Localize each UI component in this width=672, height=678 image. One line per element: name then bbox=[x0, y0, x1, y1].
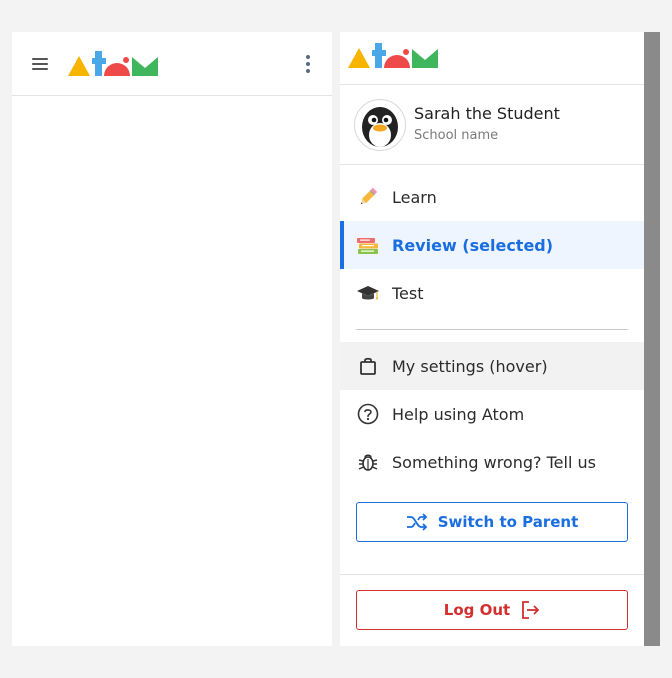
help-circle-icon bbox=[356, 402, 380, 426]
books-icon bbox=[356, 233, 380, 257]
nav-item-review[interactable]: Review (selected) bbox=[340, 221, 644, 269]
drawer-logo-row bbox=[340, 32, 644, 85]
nav-item-help[interactable]: Help using Atom bbox=[340, 390, 644, 438]
nav-item-report[interactable]: Something wrong? Tell us bbox=[340, 438, 644, 486]
drawer-scrollbar bbox=[644, 32, 660, 646]
nav-item-test[interactable]: Test bbox=[340, 269, 644, 317]
avatar bbox=[354, 98, 406, 151]
logout-icon bbox=[522, 601, 540, 619]
bag-icon bbox=[356, 354, 380, 378]
nav-label-settings: My settings (hover) bbox=[392, 356, 548, 376]
switch-to-parent-label: Switch to Parent bbox=[437, 513, 579, 531]
logout-button[interactable]: Log Out bbox=[356, 590, 628, 630]
nav-list: Learn Review (selected) Test My settings… bbox=[340, 165, 644, 486]
atom-logo[interactable] bbox=[68, 50, 158, 77]
nav-label-review: Review (selected) bbox=[392, 235, 554, 255]
more-vertical-icon[interactable] bbox=[302, 54, 314, 73]
main-pane bbox=[12, 32, 332, 646]
shuffle-icon bbox=[406, 513, 427, 531]
atom-logo[interactable] bbox=[348, 43, 438, 69]
app-header bbox=[12, 32, 332, 96]
user-profile: Sarah the Student School name bbox=[340, 85, 644, 165]
nav-label-test: Test bbox=[392, 283, 424, 303]
nav-item-settings[interactable]: My settings (hover) bbox=[340, 342, 644, 390]
logout-label: Log Out bbox=[443, 601, 511, 619]
nav-label-help: Help using Atom bbox=[392, 404, 525, 424]
navigation-drawer: Sarah the Student School name Learn Revi… bbox=[340, 32, 644, 646]
nav-label-report: Something wrong? Tell us bbox=[392, 452, 596, 472]
nav-label-learn: Learn bbox=[392, 187, 437, 207]
bug-icon bbox=[356, 450, 380, 474]
pencil-icon bbox=[356, 185, 380, 209]
graduation-cap-icon bbox=[356, 281, 380, 305]
profile-school: School name bbox=[414, 128, 499, 143]
penguin-avatar-icon bbox=[362, 106, 398, 147]
switch-to-parent-button[interactable]: Switch to Parent bbox=[356, 502, 628, 542]
hamburger-menu-icon[interactable] bbox=[32, 57, 48, 70]
nav-divider bbox=[356, 329, 628, 330]
nav-item-learn[interactable]: Learn bbox=[340, 173, 644, 221]
profile-name: Sarah the Student bbox=[414, 104, 560, 123]
logout-section: Log Out bbox=[340, 574, 644, 630]
